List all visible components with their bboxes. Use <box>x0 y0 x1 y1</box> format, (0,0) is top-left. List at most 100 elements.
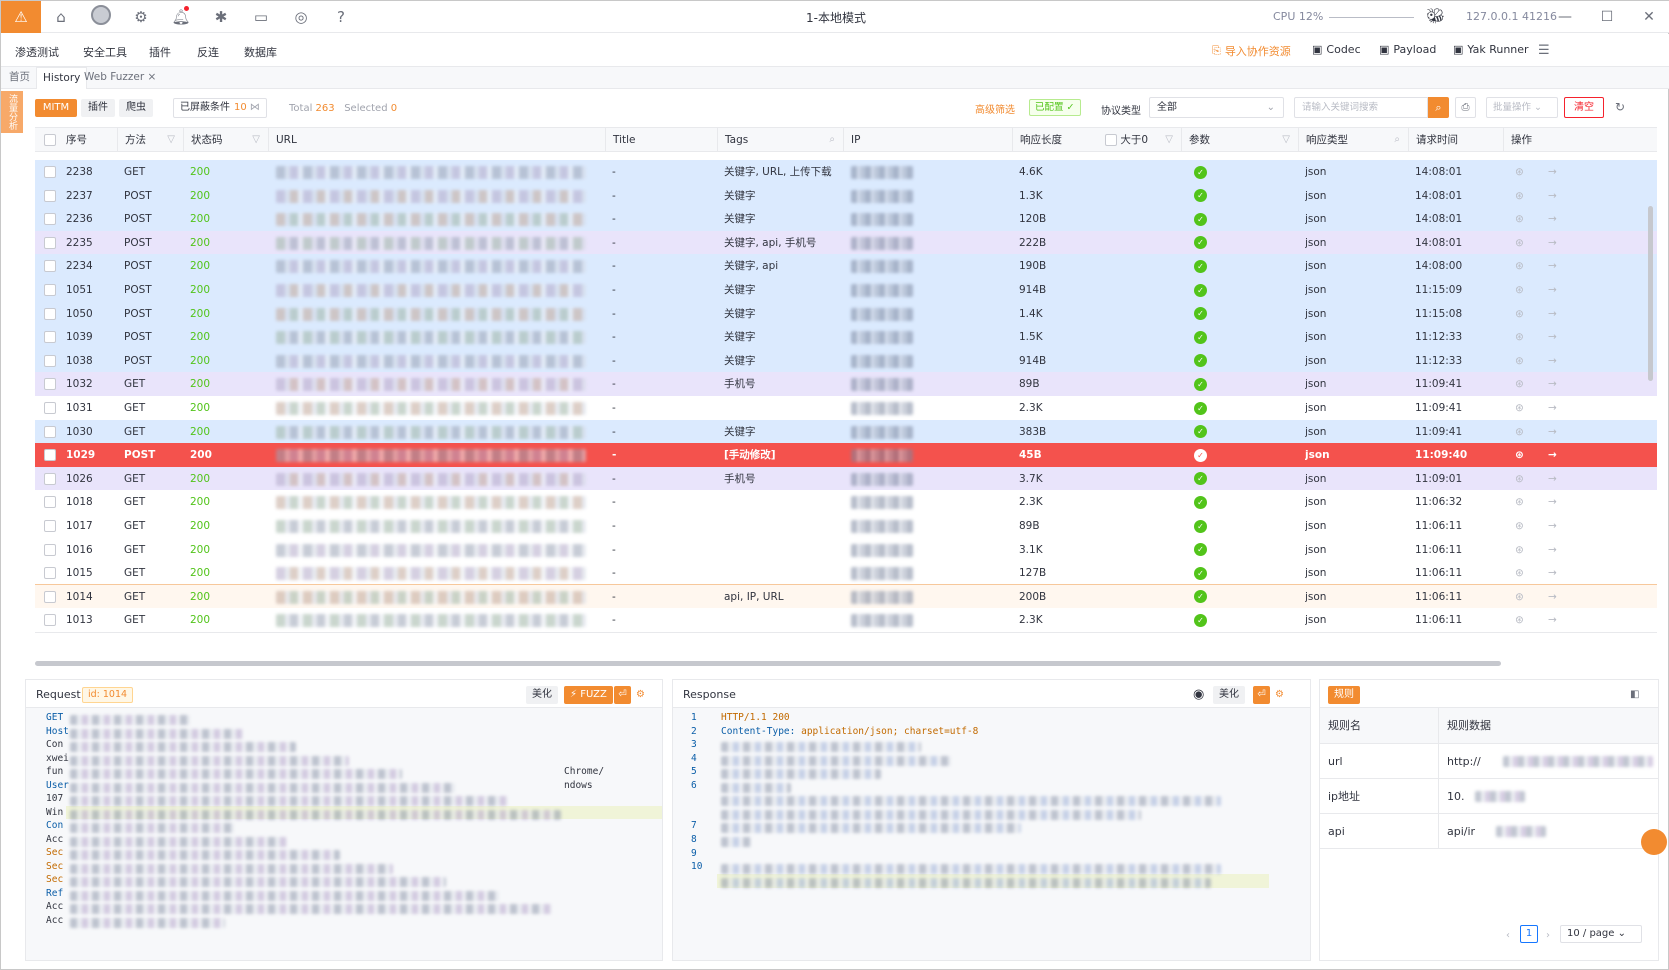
table-row[interactable]: 1018 GET 200 - 2.3K ✓ json 11:06:32 ⊛ → <box>35 490 1657 516</box>
home-icon[interactable]: ⌂ <box>41 8 81 26</box>
row-checkbox[interactable] <box>44 160 58 184</box>
prev-page-icon[interactable]: ‹ <box>1506 930 1510 941</box>
row-goto-icon[interactable]: → <box>1548 254 1564 278</box>
yak-runner-button[interactable]: ▣ Yak Runner <box>1453 43 1529 56</box>
col-tags[interactable]: Tags ⌕ <box>717 128 843 152</box>
next-page-icon[interactable]: › <box>1546 930 1550 941</box>
menu-security-tools[interactable]: 安全工具 <box>83 44 127 60</box>
col-params[interactable]: 参数 ▽ <box>1181 128 1298 152</box>
yakit-logo-icon[interactable]: ⚠ <box>1 0 41 33</box>
rules-tag[interactable]: 规则 <box>1328 686 1360 704</box>
row-checkbox[interactable] <box>44 302 58 326</box>
row-detail-icon[interactable]: ⊛ <box>1515 231 1531 255</box>
col-resp-type[interactable]: 响应类型 ⌕ <box>1298 128 1408 152</box>
fuzz-button[interactable]: ⚡ FUZZ <box>564 686 613 704</box>
row-goto-icon[interactable]: → <box>1548 420 1564 444</box>
row-goto-icon[interactable]: → <box>1548 514 1564 538</box>
row-checkbox[interactable] <box>44 231 58 255</box>
clear-button[interactable]: 清空 <box>1564 97 1604 118</box>
row-checkbox[interactable] <box>44 396 58 420</box>
row-checkbox[interactable] <box>44 325 58 349</box>
row-detail-icon[interactable]: ⊛ <box>1515 443 1531 467</box>
collapse-panel-icon[interactable]: ◧ <box>1630 686 1639 704</box>
row-detail-icon[interactable]: ⊛ <box>1515 561 1531 585</box>
assistant-mascot-icon[interactable] <box>1641 829 1667 855</box>
table-row[interactable]: 2237 POST 200 - 关键字 1.3K ✓ json 14:08:01 ⊛ → <box>35 183 1657 209</box>
row-goto-icon[interactable]: → <box>1548 538 1564 562</box>
row-checkbox[interactable] <box>44 420 58 444</box>
menu-database[interactable]: 数据库 <box>244 44 277 60</box>
row-checkbox[interactable] <box>44 514 58 538</box>
row-detail-icon[interactable]: ⊛ <box>1515 420 1531 444</box>
table-row[interactable]: 2234 POST 200 - 关键字, api 190B ✓ json 14:08:00 ⊛ → <box>35 254 1657 280</box>
row-detail-icon[interactable]: ⊛ <box>1515 278 1531 302</box>
page-number[interactable]: 1 <box>1520 925 1538 943</box>
bell-icon[interactable]: 🔔︎ <box>161 5 201 26</box>
row-goto-icon[interactable]: → <box>1548 278 1564 302</box>
payload-button[interactable]: ▣ Payload <box>1379 43 1436 56</box>
table-row[interactable]: 2235 POST 200 - 关键字, api, 手机号 222B ✓ json 14:08:… <box>35 230 1657 256</box>
table-row[interactable]: 1026 GET 200 - 手机号 3.7K ✓ json 11:09:01 ⊛ → <box>35 466 1657 492</box>
page-size-select[interactable]: 10 / page ⌄ <box>1560 925 1642 943</box>
row-checkbox[interactable] <box>44 538 58 562</box>
close-icon[interactable]: ✕ <box>1628 1 1669 33</box>
row-goto-icon[interactable]: → <box>1548 184 1564 208</box>
filter-icon[interactable]: ▽ <box>167 128 175 152</box>
export-icon[interactable]: ⎙ <box>1455 97 1476 118</box>
col-method[interactable]: 方法 ▽ <box>117 128 183 152</box>
row-checkbox[interactable] <box>44 443 58 467</box>
response-editor[interactable]: 1 2 3 4 5 6 7 8 9 10 HTTP/1.1 200 Content-Type: app… <box>673 708 1310 960</box>
gt0-toggle[interactable]: 大于0 <box>1105 128 1148 152</box>
table-row[interactable]: 1050 POST 200 - 关键字 1.4K ✓ json 11:15:08 ⊛ → <box>35 301 1657 327</box>
row-detail-icon[interactable]: ⊛ <box>1515 538 1531 562</box>
row-detail-icon[interactable]: ⊛ <box>1515 349 1531 373</box>
send-icon[interactable]: ⏎ <box>1253 686 1270 704</box>
row-checkbox[interactable] <box>44 254 58 278</box>
codec-button[interactable]: ▣ Codec <box>1312 43 1361 56</box>
blocked-conditions-button[interactable]: 已屏蔽条件 10 ⋈ <box>173 98 267 118</box>
table-row[interactable]: 1015 GET 200 - 127B ✓ json 11:06:11 ⊛ → <box>35 561 1657 587</box>
side-tab-traffic[interactable]: 流量分析 <box>1 91 23 133</box>
menu-reverse[interactable]: 反连 <box>197 44 219 60</box>
search-icon[interactable]: ⌕ <box>1394 128 1400 152</box>
row-detail-icon[interactable]: ⊛ <box>1515 302 1531 326</box>
rule-row[interactable]: url http:// <box>1320 744 1658 779</box>
camera-icon[interactable]: ◎ <box>281 8 321 26</box>
search-icon[interactable]: ⌕ <box>1428 97 1449 118</box>
row-detail-icon[interactable]: ⊛ <box>1515 514 1531 538</box>
bug-icon[interactable]: ✱ <box>201 8 241 26</box>
rule-row[interactable]: ip地址 10. <box>1320 779 1658 814</box>
row-goto-icon[interactable]: → <box>1548 490 1564 514</box>
col-status[interactable]: 状态码 ▽ <box>183 128 268 152</box>
table-row[interactable]: 1029 POST 200 - [手动修改] 45B ✓ json 11:09:40 ⊛ → <box>35 443 1657 469</box>
row-checkbox[interactable] <box>44 278 58 302</box>
table-row[interactable]: 1039 POST 200 - 关键字 1.5K ✓ json 11:12:33 ⊛ → <box>35 325 1657 351</box>
vertical-scrollbar[interactable] <box>1648 206 1653 381</box>
row-checkbox[interactable] <box>44 207 58 231</box>
protocol-select[interactable]: 全部 ⌄ <box>1149 97 1284 118</box>
table-row[interactable]: 1017 GET 200 - 89B ✓ json 11:06:11 ⊛ → <box>35 514 1657 539</box>
row-checkbox[interactable] <box>44 372 58 396</box>
row-detail-icon[interactable]: ⊛ <box>1515 207 1531 231</box>
row-goto-icon[interactable]: → <box>1548 160 1564 184</box>
table-row[interactable]: 1038 POST 200 - 关键字 914B ✓ json 11:12:33 ⊛ → <box>35 348 1657 374</box>
table-row[interactable]: 2238 GET 200 - 关键字, URL, 上传下载 4.6K ✓ json 14:08:… <box>35 160 1657 185</box>
table-row[interactable]: 2236 POST 200 - 关键字 120B ✓ json 14:08:01 ⊛ → <box>35 207 1657 233</box>
row-detail-icon[interactable]: ⊛ <box>1515 184 1531 208</box>
table-row[interactable]: 1030 GET 200 - 关键字 383B ✓ json 11:09:41 ⊛ → <box>35 419 1657 445</box>
col-no[interactable]: 序号 <box>59 128 117 152</box>
row-checkbox[interactable] <box>44 490 58 514</box>
row-checkbox[interactable] <box>44 184 58 208</box>
row-detail-icon[interactable]: ⊛ <box>1515 467 1531 491</box>
gear-icon[interactable]: ⚙ <box>121 8 161 26</box>
table-row[interactable]: 1014 GET 200 - api, IP, URL 200B ✓ json 11:06:11… <box>35 583 1657 611</box>
table-row[interactable]: 1031 GET 200 - 2.3K ✓ json 11:09:41 ⊛ → <box>35 396 1657 421</box>
settings-icon[interactable]: ⚙ <box>636 686 645 704</box>
row-checkbox[interactable] <box>44 349 58 373</box>
horizontal-scrollbar[interactable] <box>35 661 1501 666</box>
row-goto-icon[interactable]: → <box>1548 561 1564 585</box>
row-detail-icon[interactable]: ⊛ <box>1515 396 1531 420</box>
col-resp-len[interactable]: 响应长度 大于0 ▽ <box>1012 128 1181 152</box>
col-url[interactable]: URL <box>268 128 605 152</box>
row-goto-icon[interactable]: → <box>1548 207 1564 231</box>
